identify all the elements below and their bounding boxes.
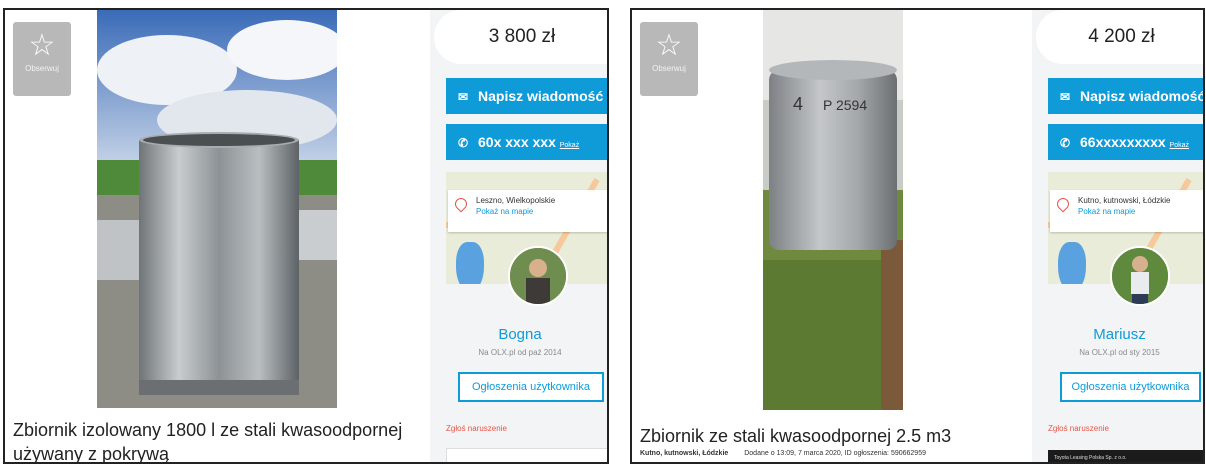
user-name[interactable]: Bogna (430, 326, 607, 343)
photo-area: ☆ Obserwuj 4 P 2594 (632, 10, 1032, 420)
meta-details: Dodane o 13:09, 7 marca 2020, ID ogłosze… (744, 450, 926, 457)
show-phone-link[interactable]: Pokaż (560, 142, 579, 149)
phone-icon: ✆ (458, 136, 469, 150)
listing-panel-2: ☆ Obserwuj 4 P 2594 Zbiornik ze stali kw… (630, 8, 1205, 464)
svg-text:P 2594: P 2594 (823, 97, 867, 113)
phone-number: 66xxxxxxxxx (1080, 134, 1166, 150)
map-pin-icon (452, 195, 470, 213)
phone-icon: ✆ (1060, 136, 1071, 150)
observe-label: Obserwuj (25, 64, 59, 73)
avatar[interactable] (508, 246, 568, 306)
svg-text:4: 4 (793, 94, 803, 114)
listing-photo[interactable] (97, 10, 337, 408)
send-message-label: Napisz wiadomość (478, 88, 604, 104)
listing-photo[interactable]: 4 P 2594 (763, 10, 903, 410)
show-phone-link[interactable]: Pokaż (1170, 142, 1189, 149)
envelope-icon: ✉ (458, 90, 469, 104)
tank-photo-image: 4 P 2594 (763, 10, 903, 410)
send-message-label: Napisz wiadomość (1080, 88, 1205, 104)
location-text: Leszno, Wielkopolskie (476, 196, 556, 205)
listing-title: Zbiornik izolowany 1800 l ze stali kwaso… (13, 420, 403, 464)
observe-button[interactable]: ☆ Obserwuj (640, 22, 698, 96)
contact-sidebar: 4 200 zł ✉ Napisz wiadomość ✆ 66xxxxxxxxx … (1032, 10, 1205, 462)
photo-area: ☆ Obserwuj (5, 10, 430, 420)
location-text: Kutno, kutnowski, Łódzkie (1078, 196, 1171, 205)
envelope-icon: ✉ (1060, 90, 1071, 104)
avatar-image (510, 248, 566, 304)
show-phone-button[interactable]: ✆ 60x xxx xxx Pokaż (446, 124, 607, 160)
location-card: Leszno, Wielkopolskie Pokaż na mapie (448, 190, 607, 232)
report-link[interactable]: Zgłoś naruszenie (446, 424, 507, 433)
user-since: Na OLX.pl od paź 2014 (478, 348, 562, 357)
user-name[interactable]: Mariusz (1032, 326, 1203, 343)
send-message-button[interactable]: ✉ Napisz wiadomość (1048, 78, 1205, 114)
bottom-box (446, 448, 607, 462)
user-ads-button[interactable]: Ogłoszenia użytkownika (458, 372, 604, 402)
star-icon: ☆ (655, 28, 683, 63)
meta-location: Kutno, kutnowski, Łódzkie (640, 450, 729, 457)
observe-button[interactable]: ☆ Obserwuj (13, 22, 71, 96)
report-link[interactable]: Zgłoś naruszenie (1048, 424, 1109, 433)
phone-number: 60x xxx xxx (478, 134, 556, 150)
avatar-image (1112, 248, 1168, 304)
user-ads-button[interactable]: Ogłoszenia użytkownika (1060, 372, 1201, 402)
send-message-button[interactable]: ✉ Napisz wiadomość (446, 78, 607, 114)
price: 3 800 zł (434, 10, 607, 64)
bottom-banner[interactable]: Toyota Leasing Polska Sp. z o.o. (1048, 450, 1203, 462)
show-phone-button[interactable]: ✆ 66xxxxxxxxx Pokaż (1048, 124, 1203, 160)
listing-panel-1: ☆ Obserwuj Zbiornik izolowany 1800 l ze … (3, 8, 609, 464)
show-on-map-link[interactable]: Pokaż na mapie (1078, 207, 1199, 216)
show-on-map-link[interactable]: Pokaż na mapie (476, 207, 602, 216)
price: 4 200 zł (1036, 10, 1203, 64)
location-card: Kutno, kutnowski, Łódzkie Pokaż na mapie (1050, 190, 1203, 232)
listing-meta: Kutno, kutnowski, Łódzkie Dodane o 13:09… (640, 450, 926, 457)
user-since: Na OLX.pl od sty 2015 (1079, 348, 1160, 357)
listing-title: Zbiornik ze stali kwasoodpornej 2.5 m3 (640, 426, 952, 446)
tank-photo-image (97, 10, 337, 408)
map-pin-icon (1054, 195, 1072, 213)
contact-sidebar: 3 800 zł ✉ Napisz wiadomość ✆ 60x xxx xxx … (430, 10, 607, 462)
avatar[interactable] (1110, 246, 1170, 306)
star-icon: ☆ (28, 28, 56, 63)
observe-label: Obserwuj (652, 64, 686, 73)
